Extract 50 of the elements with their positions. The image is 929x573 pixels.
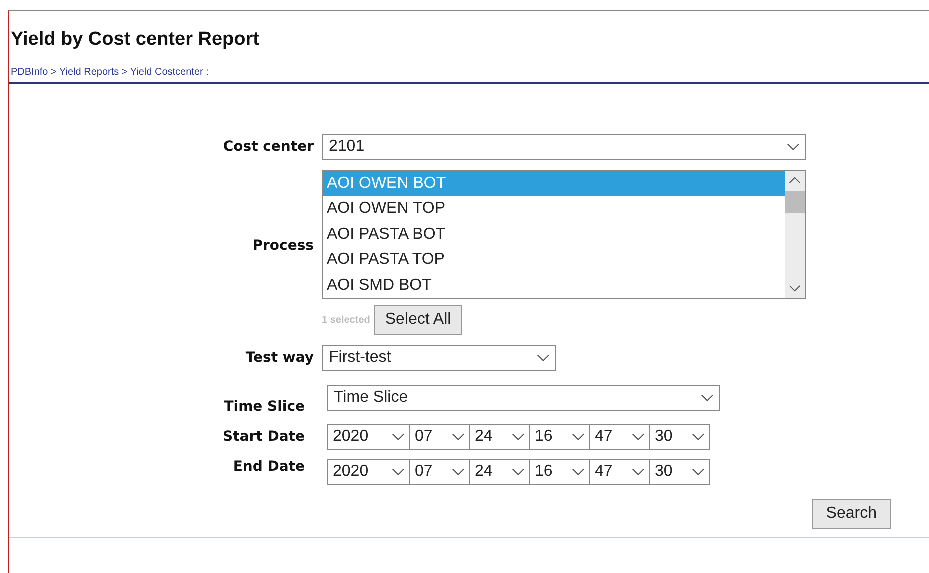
dropdown[interactable]: 47 bbox=[590, 424, 650, 450]
field-label: Start Date bbox=[222, 428, 305, 447]
chevron-down-icon bbox=[572, 433, 585, 441]
chevron-down-icon bbox=[512, 468, 525, 476]
dropdown[interactable]: 2020 bbox=[327, 459, 410, 485]
list-option[interactable]: AOI SMD BOT bbox=[323, 272, 785, 298]
dropdown[interactable]: 07 bbox=[410, 424, 470, 450]
dropdown[interactable]: 24 bbox=[470, 459, 530, 485]
chevron-down-icon bbox=[632, 433, 645, 441]
list-box[interactable]: AOI OWEN BOT AOI OWEN TOP AOI PASTA BOT AOI PASTA TOP AOI SMD BOT bbox=[322, 170, 806, 299]
field-label: Process bbox=[252, 238, 314, 254]
dropdown[interactable]: 07 bbox=[410, 459, 470, 485]
chevron-down-icon bbox=[692, 433, 705, 441]
scrollbar[interactable] bbox=[785, 171, 805, 298]
search-button[interactable]: Search bbox=[812, 499, 891, 529]
breadcrumb[interactable]: PDBInfo > Yield Reports > Yield Costcenter : bbox=[11, 67, 929, 78]
list-option[interactable]: AOI OWEN TOP bbox=[323, 196, 785, 222]
dropdown[interactable]: First-test bbox=[322, 345, 556, 371]
scrollbar-thumb[interactable] bbox=[785, 191, 805, 213]
chevron-down-icon bbox=[692, 468, 705, 476]
dropdown[interactable]: 47 bbox=[590, 459, 650, 485]
dropdown[interactable]: 16 bbox=[530, 459, 590, 485]
field-label: Test way bbox=[244, 349, 314, 366]
selection-count: 1 selected bbox=[322, 314, 370, 326]
chevron-down-icon bbox=[572, 468, 585, 476]
chevron-down-icon bbox=[787, 143, 800, 151]
dropdown[interactable]: 2020 bbox=[327, 424, 410, 450]
list-option[interactable]: AOI PASTA TOP bbox=[323, 247, 785, 273]
field-label: Time Slice bbox=[223, 398, 305, 415]
chevron-down-icon bbox=[452, 433, 465, 441]
page-title: Yield by Cost center Report bbox=[11, 29, 260, 51]
chevron-down-icon bbox=[452, 468, 465, 476]
dropdown[interactable]: 2101 bbox=[322, 134, 806, 160]
dropdown[interactable]: 30 bbox=[650, 424, 710, 450]
chevron-down-icon bbox=[632, 468, 645, 476]
chevron-down-icon bbox=[701, 394, 714, 402]
dropdown[interactable]: 24 bbox=[470, 424, 530, 450]
field-label: End Date bbox=[232, 459, 305, 477]
select-all-button[interactable]: Select All bbox=[374, 305, 462, 335]
chevron-down-icon bbox=[392, 433, 405, 441]
chevron-down-icon bbox=[512, 433, 525, 441]
chevron-up-icon bbox=[789, 177, 801, 184]
dropdown[interactable]: 16 bbox=[530, 424, 590, 450]
dropdown[interactable]: 30 bbox=[650, 459, 710, 485]
list-option[interactable]: AOI PASTA BOT bbox=[323, 222, 785, 248]
chevron-down-icon bbox=[537, 354, 550, 362]
chevron-down-icon bbox=[392, 468, 405, 476]
field-label: Cost center bbox=[222, 138, 314, 155]
chevron-down-icon bbox=[789, 285, 801, 292]
dropdown[interactable]: Time Slice bbox=[327, 385, 720, 411]
